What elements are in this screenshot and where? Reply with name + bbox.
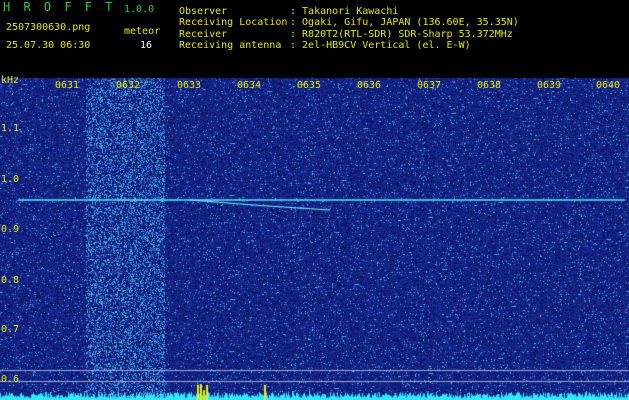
info-label-antenna: Receiving antenna — [179, 40, 282, 51]
app-title: H R O F F T — [3, 0, 116, 14]
info-value-observer: : Takanori Kawachi — [290, 6, 399, 17]
time-tick-0632: 0632 — [116, 80, 141, 91]
info-value-location: : Ogaki, Gifu, JAPAN (136.60E, 35.35N) — [290, 17, 519, 28]
axis-unit-label: kHz — [1, 75, 20, 86]
date-time: 25.07.30 06:30 — [6, 40, 91, 51]
freq-tick-1-0: 1.0 — [1, 174, 20, 185]
time-tick-0631: 0631 — [55, 80, 80, 91]
meteor-label: meteor — [124, 26, 161, 37]
time-tick-0633: 0633 — [177, 80, 202, 91]
info-label-observer: Observer — [179, 6, 228, 17]
freq-tick-0-6: 0.6 — [1, 374, 20, 385]
time-tick-0638: 0638 — [477, 80, 502, 91]
freq-tick-0-7: 0.7 — [1, 324, 20, 335]
meteor-count: 16 — [140, 40, 153, 51]
info-label-location: Receiving Location — [179, 17, 288, 28]
freq-tick-0-9: 0.9 — [1, 224, 20, 235]
time-tick-0634: 0634 — [237, 80, 262, 91]
info-value-antenna: : 2el-HB9CV Vertical (el. E-W) — [290, 40, 471, 51]
spectrogram — [0, 72, 629, 400]
time-tick-0640: 0640 — [596, 80, 621, 91]
file-name: 2507300630.png — [6, 22, 91, 33]
info-value-receiver: : R820T2(RTL-SDR) SDR-Sharp 53.372MHz — [290, 29, 513, 40]
freq-tick-1-1: 1.1 — [1, 123, 20, 134]
time-tick-0636: 0636 — [357, 80, 382, 91]
app-version: 1.0.0 — [124, 4, 155, 15]
time-tick-0639: 0639 — [537, 80, 562, 91]
time-tick-0635: 0635 — [297, 80, 322, 91]
info-label-receiver: Receiver — [179, 29, 228, 40]
freq-tick-0-8: 0.8 — [1, 275, 20, 286]
time-tick-0637: 0637 — [417, 80, 442, 91]
header-panel: H R O F F T 1.0.0 2507300630.png meteor … — [0, 0, 629, 72]
